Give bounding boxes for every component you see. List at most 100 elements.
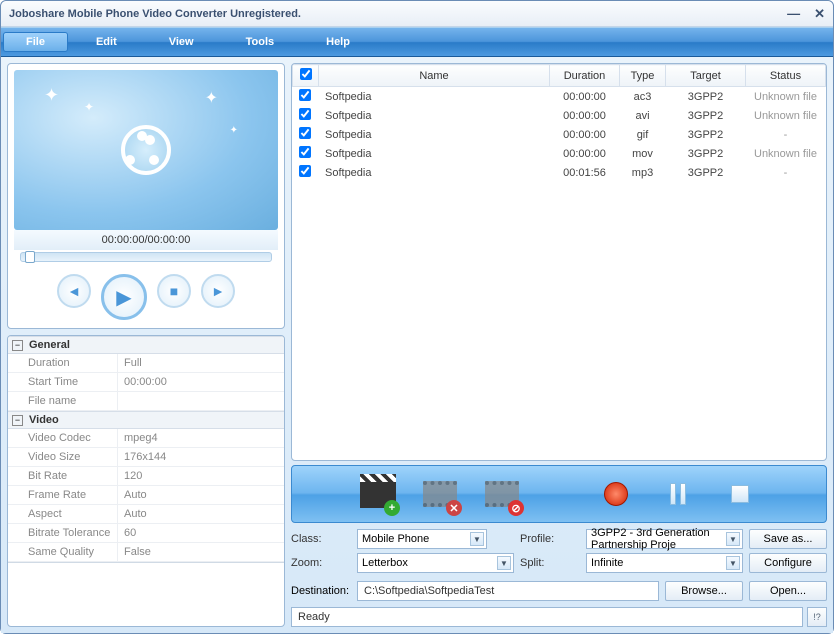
stop-icon (731, 485, 749, 503)
cell-type: avi (620, 106, 666, 125)
menu-file[interactable]: File (3, 32, 68, 52)
cell-status: Unknown file (746, 144, 826, 163)
sparkle-icon: ✦ (84, 100, 94, 114)
cell-name: Softpedia (319, 144, 550, 163)
playback-controls: ◄ ▶ ■ ► (14, 268, 278, 322)
stop-button[interactable]: ■ (157, 274, 191, 308)
prop-row: Bit Rate120 (8, 467, 284, 486)
chevron-down-icon: ▼ (726, 556, 740, 570)
row-check[interactable] (299, 108, 311, 120)
split-combo[interactable]: Infinite▼ (586, 553, 743, 573)
pause-icon (670, 483, 686, 505)
destination-row: Destination: C:\Softpedia\SoftpediaTest … (291, 579, 827, 603)
props-general-header: − General (8, 336, 284, 354)
browse-button[interactable]: Browse... (665, 581, 743, 601)
cell-status: - (746, 163, 826, 182)
time-display: 00:00:00/00:00:00 (14, 230, 278, 250)
zoom-combo[interactable]: Letterbox▼ (357, 553, 514, 573)
cell-target: 3GPP2 (666, 87, 746, 107)
cell-type: mp3 (620, 163, 666, 182)
cell-target: 3GPP2 (666, 163, 746, 182)
cell-duration: 00:00:00 (550, 144, 620, 163)
prop-row: Frame RateAuto (8, 486, 284, 505)
sparkle-icon: ✦ (230, 125, 238, 136)
props-video-header: − Video (8, 411, 284, 429)
record-button[interactable] (596, 474, 636, 514)
seek-slider[interactable] (20, 252, 272, 262)
preview-image: ✦ ✦ ✦ ✦ (14, 70, 278, 230)
save-as-button[interactable]: Save as... (749, 529, 827, 549)
table-row[interactable]: Softpedia00:01:56mp33GPP2- (293, 163, 826, 182)
row-check[interactable] (299, 127, 311, 139)
cell-duration: 00:00:00 (550, 125, 620, 144)
collapse-icon[interactable]: − (12, 340, 23, 351)
titlebar: Joboshare Mobile Phone Video Converter U… (1, 1, 833, 27)
cell-name: Softpedia (319, 125, 550, 144)
menu-tools[interactable]: Tools (220, 32, 301, 52)
menu-view[interactable]: View (143, 32, 220, 52)
cell-target: 3GPP2 (666, 125, 746, 144)
menubar: File Edit View Tools Help (1, 27, 833, 57)
record-icon (604, 482, 628, 506)
help-button[interactable]: !? (807, 607, 827, 627)
close-button[interactable]: ✕ (814, 6, 825, 22)
prop-row: Bitrate Tolerance60 (8, 524, 284, 543)
clear-files-button[interactable]: ⊘ (482, 474, 522, 514)
table-row[interactable]: Softpedia00:00:00mov3GPP2Unknown file (293, 144, 826, 163)
minimize-button[interactable]: — (787, 6, 800, 22)
collapse-icon[interactable]: − (12, 415, 23, 426)
cell-duration: 00:00:00 (550, 106, 620, 125)
cell-type: gif (620, 125, 666, 144)
stop-convert-button[interactable] (720, 474, 760, 514)
split-label: Split: (520, 557, 580, 569)
seek-thumb[interactable] (25, 251, 35, 263)
cell-status: - (746, 125, 826, 144)
props-description (8, 562, 284, 596)
next-button[interactable]: ► (201, 274, 235, 308)
zoom-label: Zoom: (291, 557, 351, 569)
class-combo[interactable]: Mobile Phone▼ (357, 529, 487, 549)
file-list: Name Duration Type Target Status Softped… (291, 63, 827, 461)
action-toolbar: + ✕ ⊘ (291, 465, 827, 523)
prop-row: File name (8, 392, 284, 411)
cell-name: Softpedia (319, 163, 550, 182)
cell-type: mov (620, 144, 666, 163)
col-name[interactable]: Name (319, 65, 550, 87)
play-button[interactable]: ▶ (101, 274, 147, 320)
check-all[interactable] (300, 68, 312, 80)
menu-edit[interactable]: Edit (70, 32, 143, 52)
col-status[interactable]: Status (746, 65, 826, 87)
row-check[interactable] (299, 165, 311, 177)
prev-button[interactable]: ◄ (57, 274, 91, 308)
col-type[interactable]: Type (620, 65, 666, 87)
configure-button[interactable]: Configure (749, 553, 827, 573)
right-pane: Name Duration Type Target Status Softped… (291, 63, 827, 627)
row-check[interactable] (299, 146, 311, 158)
remove-file-button[interactable]: ✕ (420, 474, 460, 514)
add-file-button[interactable]: + (358, 474, 398, 514)
profile-label: Profile: (520, 533, 580, 545)
cell-status: Unknown file (746, 87, 826, 107)
class-label: Class: (291, 533, 351, 545)
col-target[interactable]: Target (666, 65, 746, 87)
properties-panel: − General DurationFull Start Time00:00:0… (7, 335, 285, 627)
chevron-down-icon: ▼ (497, 556, 511, 570)
sparkle-icon: ✦ (44, 85, 59, 106)
destination-field[interactable]: C:\Softpedia\SoftpediaTest (357, 581, 659, 601)
table-row[interactable]: Softpedia00:00:00gif3GPP2- (293, 125, 826, 144)
menu-help[interactable]: Help (300, 32, 376, 52)
chevron-down-icon: ▼ (726, 532, 740, 546)
open-button[interactable]: Open... (749, 581, 827, 601)
prop-row: Start Time00:00:00 (8, 373, 284, 392)
table-row[interactable]: Softpedia00:00:00ac33GPP2Unknown file (293, 87, 826, 107)
row-check[interactable] (299, 89, 311, 101)
pause-button[interactable] (658, 474, 698, 514)
profile-combo[interactable]: 3GPP2 - 3rd Generation Partnership Proje… (586, 529, 743, 549)
main-area: ✦ ✦ ✦ ✦ 00:00:00/00:00:00 ◄ ▶ ■ ► − Gene… (1, 57, 833, 633)
status-message: Ready (291, 607, 803, 627)
cell-name: Softpedia (319, 87, 550, 107)
props-video-title: Video (29, 414, 59, 426)
col-duration[interactable]: Duration (550, 65, 620, 87)
cell-duration: 00:01:56 (550, 163, 620, 182)
table-row[interactable]: Softpedia00:00:00avi3GPP2Unknown file (293, 106, 826, 125)
